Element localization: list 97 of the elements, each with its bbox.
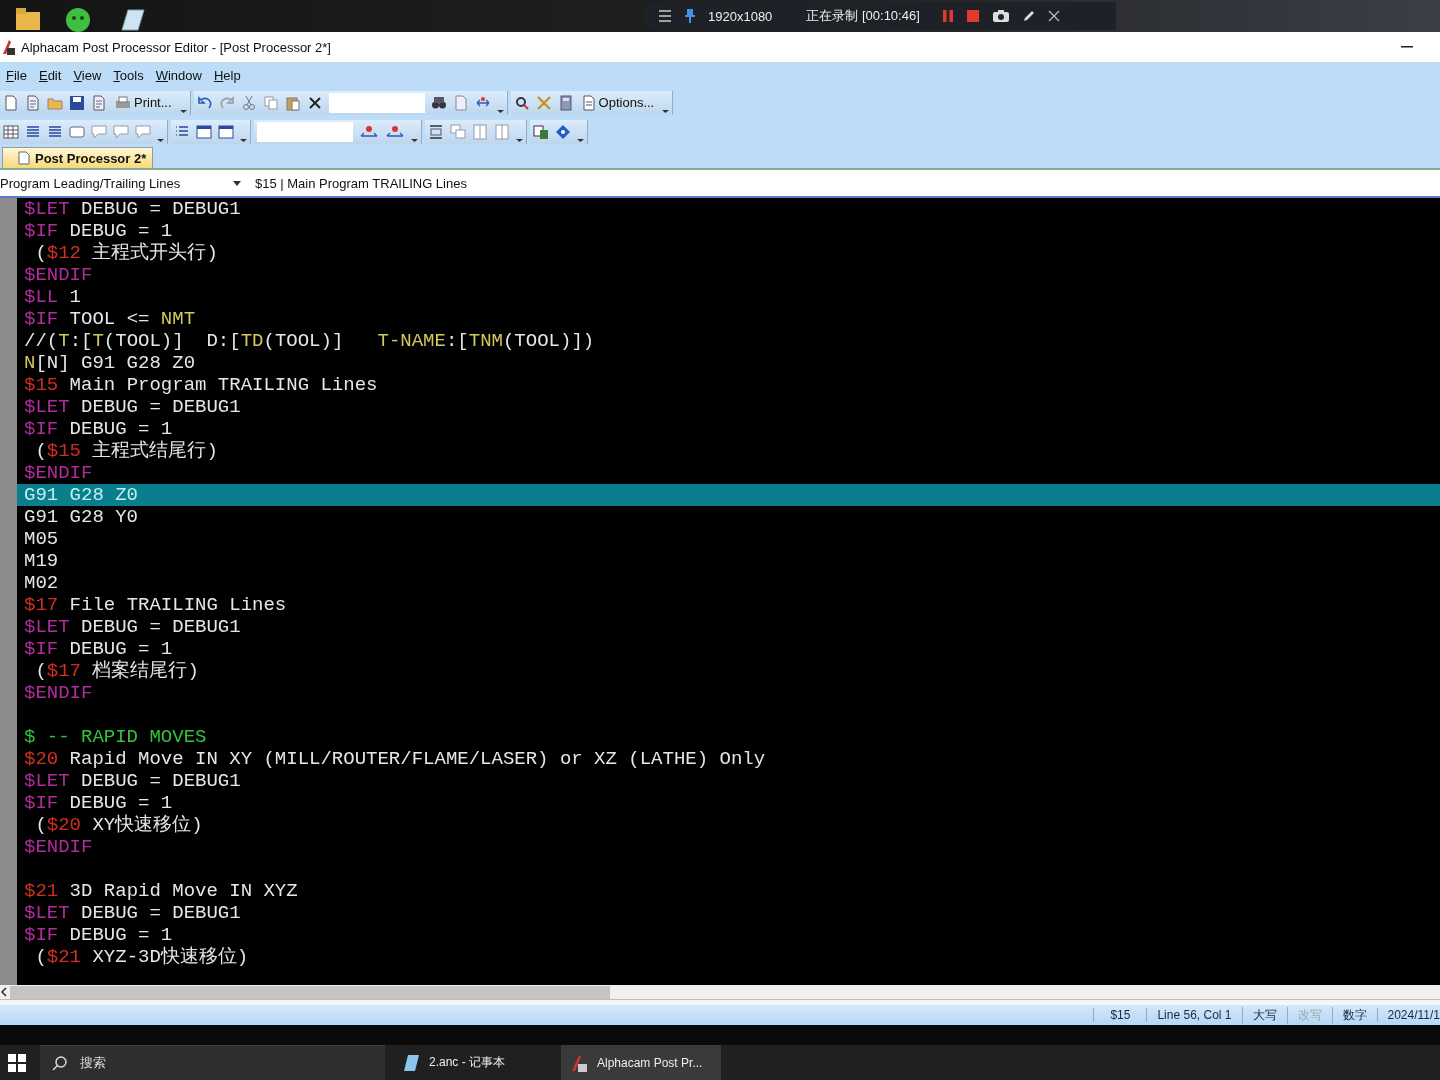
search-icon xyxy=(52,1055,68,1071)
rectangle-icon[interactable] xyxy=(69,123,85,140)
save-icon[interactable] xyxy=(69,94,85,111)
status-item: Line 56, Col 1 xyxy=(1146,1008,1242,1022)
list-icon[interactable] xyxy=(25,123,41,140)
code-line: $ENDIF xyxy=(24,462,94,484)
code-line: M19 xyxy=(24,550,60,572)
camera-icon[interactable] xyxy=(991,9,1010,23)
status-item: 大写 xyxy=(1241,1006,1287,1024)
scroll-left-icon[interactable] xyxy=(0,987,8,997)
code-line: ($12 主程式开头行) xyxy=(34,242,219,264)
window-title: Alphacam Post Processor Editor - [Post Processor 2*] xyxy=(21,39,331,55)
menu-icon[interactable] xyxy=(658,10,672,22)
code-line: $LET DEBUG = DEBUG1 xyxy=(24,396,242,418)
section-dropdown[interactable]: Program Leading/Trailing Lines xyxy=(0,175,245,191)
code-line: $ENDIF xyxy=(24,836,94,858)
code-line: M02 xyxy=(24,572,60,594)
info-icon[interactable] xyxy=(555,123,571,140)
code-line: $15 Main Program TRAILING Lines xyxy=(24,374,379,396)
code-line: G91 G28 Y0 xyxy=(24,506,140,528)
code-line: ($20 XY快速移位) xyxy=(34,814,204,836)
code-line: $ENDIF xyxy=(24,682,94,704)
print-button[interactable]: Print... xyxy=(113,95,174,110)
close-icon[interactable] xyxy=(1047,10,1060,22)
panel-icon[interactable] xyxy=(196,123,212,140)
code-line: $17 File TRAILING Lines xyxy=(24,594,288,616)
code-line: //(T:[T(TOOL)] D:[TD(TOOL)] T-NAME:[TNM(TOOL)]) xyxy=(24,330,596,352)
pin-icon[interactable] xyxy=(684,8,696,24)
resolution-label: 1920x1080 xyxy=(708,8,773,24)
document-tab[interactable]: Post Processor 2* xyxy=(2,147,154,168)
grid-icon[interactable] xyxy=(3,123,19,140)
find-icon[interactable] xyxy=(513,94,530,111)
cut-icon[interactable] xyxy=(240,94,257,111)
menu-item[interactable]: Help xyxy=(213,67,241,83)
code-line: ($21 XYZ-3D快速移位) xyxy=(34,946,250,968)
code-line: ($17 档案结尾行) xyxy=(34,660,200,682)
code-line: $IF DEBUG = 1 xyxy=(24,638,174,660)
stop-icon[interactable] xyxy=(965,9,980,23)
rows-icon[interactable] xyxy=(428,123,444,140)
status-item: 2024/11/1 xyxy=(1376,1008,1440,1022)
code-line: M05 xyxy=(24,528,60,550)
code-line: $IF DEBUG = 1 xyxy=(24,418,174,440)
menu-item[interactable]: Edit xyxy=(38,67,62,83)
taskbar-search-field[interactable]: 搜索 xyxy=(40,1045,385,1080)
new-file-icon[interactable] xyxy=(3,94,19,111)
dollar-swap-icon[interactable] xyxy=(359,123,379,140)
page-icon[interactable] xyxy=(91,94,107,111)
menu-item[interactable]: View xyxy=(73,67,102,83)
code-line: N[N] G91 G28 Z0 xyxy=(24,352,197,374)
code-line: $IF DEBUG = 1 xyxy=(24,792,174,814)
pencil-icon[interactable] xyxy=(1021,9,1036,23)
taskbar-item[interactable]: 2.anc - 记事本 xyxy=(393,1045,553,1080)
notepad-icon xyxy=(401,1052,421,1073)
section-heading: $15 | Main Program TRAILING Lines xyxy=(254,175,467,191)
status-item: 数字 xyxy=(1331,1006,1377,1024)
code-line: $LET DEBUG = DEBUG1 xyxy=(24,770,242,792)
delete-icon[interactable] xyxy=(306,94,323,111)
paste-icon[interactable] xyxy=(284,94,301,111)
pause-icon[interactable] xyxy=(941,9,954,23)
printer-icon xyxy=(115,95,131,110)
binoculars-icon[interactable] xyxy=(430,94,447,111)
code-line: $ENDIF xyxy=(24,264,94,286)
folder-icon[interactable] xyxy=(14,6,42,32)
indent-icon[interactable] xyxy=(47,123,63,140)
dropdown-arrow-icon xyxy=(233,180,241,186)
code-line: $LET DEBUG = DEBUG1 xyxy=(24,616,242,638)
menu-item[interactable]: File xyxy=(6,67,27,83)
code-line: $21 3D Rapid Move IN XYZ xyxy=(24,880,299,902)
status-item: $15 xyxy=(1093,1008,1147,1022)
calculator-icon[interactable] xyxy=(557,94,574,111)
minimize-icon[interactable] xyxy=(1401,46,1413,48)
code-line: $LET DEBUG = DEBUG1 xyxy=(24,198,242,220)
code-line: $LET DEBUG = DEBUG1 xyxy=(24,902,242,924)
document-icon[interactable] xyxy=(25,94,41,111)
menu-item[interactable]: Tools xyxy=(113,67,144,83)
document-icon xyxy=(581,94,596,111)
status-item: 改写 xyxy=(1286,1006,1332,1024)
scrollbar-thumb[interactable] xyxy=(10,985,610,999)
code-line: $IF TOOL <= NMT xyxy=(24,308,197,330)
document-icon xyxy=(17,151,31,165)
taskbar-item[interactable]: Alphacam Post Pr... xyxy=(561,1045,721,1080)
menu-item[interactable]: Window xyxy=(155,67,202,83)
undo-icon[interactable] xyxy=(196,94,213,111)
image-icon[interactable] xyxy=(218,123,234,140)
text-field[interactable] xyxy=(257,121,353,142)
code-line: $LL 1 xyxy=(24,286,83,308)
code-line: $IF DEBUG = 1 xyxy=(24,924,174,946)
app-icon xyxy=(1,38,17,56)
code-line: ($15 主程式结尾行) xyxy=(34,440,219,462)
code-line: $IF DEBUG = 1 xyxy=(24,220,174,242)
start-icon[interactable] xyxy=(8,1053,26,1072)
code-line: $20 Rapid Move IN XY (MILL/ROUTER/FLAME/LASER) or XZ (LATHE) Only xyxy=(24,748,767,770)
search-field[interactable] xyxy=(328,92,425,113)
dollar-swap-icon[interactable] xyxy=(385,123,405,140)
recording-status: 正在录制 [00:10:46] xyxy=(806,7,920,25)
code-line: $ -- RAPID MOVES xyxy=(24,726,208,748)
app-icon xyxy=(569,1052,589,1073)
